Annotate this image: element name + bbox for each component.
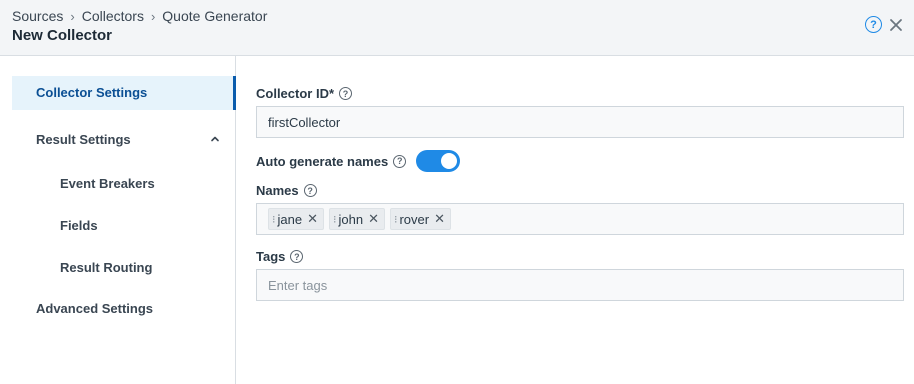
settings-sidebar: Collector Settings Result Settings Event… xyxy=(0,56,236,384)
help-circle-icon[interactable]: ? xyxy=(865,16,882,33)
chip-label: john xyxy=(338,211,364,227)
chevron-up-icon xyxy=(210,132,220,147)
names-input[interactable]: ⁝ jane ✕ ⁝ john ✕ ⁝ rover ✕ xyxy=(256,203,904,235)
toggle-knob xyxy=(441,153,458,169)
sidebar-item-event-breakers[interactable]: Event Breakers xyxy=(60,176,155,191)
auto-generate-label: Auto generate names xyxy=(256,153,389,169)
breadcrumb: Sources › Collectors › Quote Generator xyxy=(12,8,267,24)
modal-header: Sources › Collectors › Quote Generator N… xyxy=(0,0,914,56)
sidebar-item-result-routing[interactable]: Result Routing xyxy=(60,260,152,275)
breadcrumb-separator: › xyxy=(70,8,75,24)
sidebar-item-fields[interactable]: Fields xyxy=(60,218,98,233)
help-icon[interactable]: ? xyxy=(290,250,304,263)
close-icon[interactable] xyxy=(888,17,904,33)
collector-id-input[interactable]: firstCollector xyxy=(256,106,904,138)
header-actions: ? xyxy=(865,16,904,33)
breadcrumb-separator: › xyxy=(150,8,156,24)
help-icon[interactable]: ? xyxy=(393,154,407,168)
tags-label-row: Tags ? xyxy=(256,249,304,264)
collector-id-label-row: Collector ID* ? xyxy=(256,86,353,101)
sidebar-item-result-settings[interactable]: Result Settings xyxy=(36,130,220,148)
names-label: Names xyxy=(256,183,299,198)
page-title: New Collector xyxy=(12,27,113,44)
name-chip[interactable]: ⁝ john ✕ xyxy=(328,208,385,230)
chip-label: rover xyxy=(399,211,430,227)
sidebar-item-collector-settings[interactable]: Collector Settings xyxy=(12,76,236,110)
remove-chip-icon[interactable]: ✕ xyxy=(434,211,445,227)
name-chip[interactable]: ⁝ rover ✕ xyxy=(389,208,451,230)
tags-input[interactable]: Enter tags xyxy=(256,269,904,301)
drag-handle-icon[interactable]: ⁝ xyxy=(272,213,275,226)
chip-label: jane xyxy=(277,211,303,227)
drag-handle-icon[interactable]: ⁝ xyxy=(394,213,397,226)
help-icon[interactable]: ? xyxy=(303,184,317,197)
names-label-row: Names ? xyxy=(256,183,317,198)
auto-generate-toggle[interactable] xyxy=(416,150,461,172)
drag-handle-icon[interactable]: ⁝ xyxy=(333,213,336,226)
help-icon[interactable]: ? xyxy=(339,87,353,100)
auto-generate-label-row: Auto generate names ? xyxy=(256,150,461,172)
tags-label: Tags xyxy=(256,249,286,264)
remove-chip-icon[interactable]: ✕ xyxy=(307,211,318,227)
breadcrumb-quote-generator[interactable]: Quote Generator xyxy=(162,8,267,24)
breadcrumb-collectors[interactable]: Collectors xyxy=(82,8,144,24)
name-chip[interactable]: ⁝ jane ✕ xyxy=(268,208,324,230)
sidebar-item-label: Result Settings xyxy=(36,131,131,147)
breadcrumb-sources[interactable]: Sources xyxy=(12,8,63,24)
sidebar-item-advanced-settings[interactable]: Advanced Settings xyxy=(36,301,153,316)
remove-chip-icon[interactable]: ✕ xyxy=(368,211,379,227)
collector-id-label: Collector ID* xyxy=(256,86,335,101)
